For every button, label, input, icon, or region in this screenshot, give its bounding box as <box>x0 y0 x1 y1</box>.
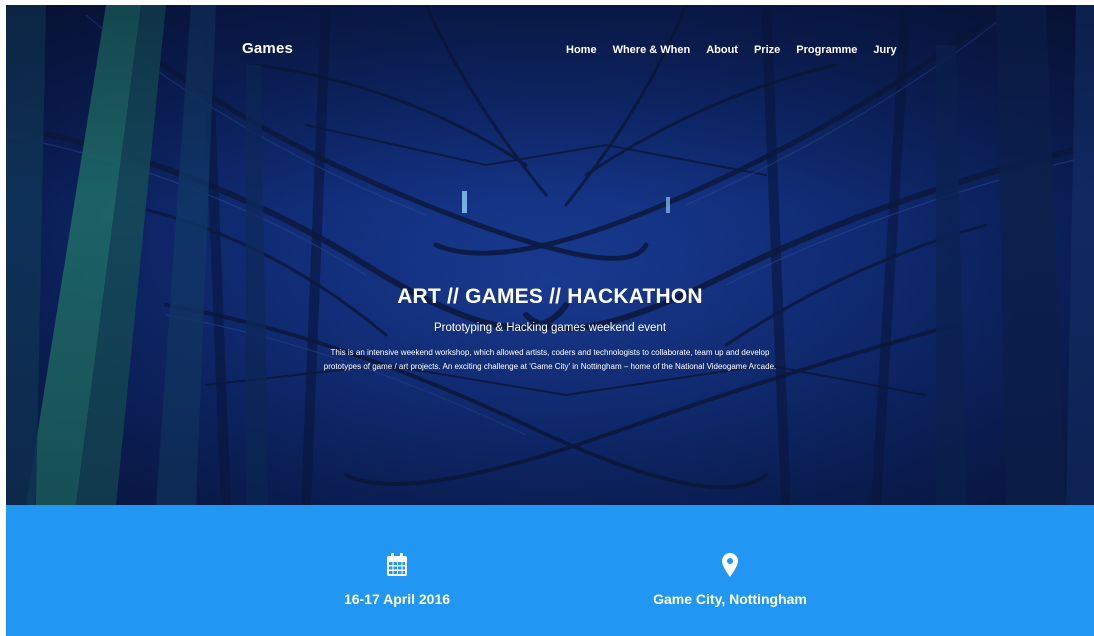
nav-item-programme[interactable]: Programme <box>796 44 857 56</box>
nav-item-home[interactable]: Home <box>566 44 597 56</box>
event-date-label: 16-17 April 2016 <box>343 591 451 607</box>
event-info-section: 16-17 April 2016 Game City, Nottingham <box>6 505 1094 636</box>
hero-text: ART // GAMES // HACKATHON Prototyping & … <box>6 285 1094 374</box>
nav-item-prize[interactable]: Prize <box>754 44 780 56</box>
hero-description: This is an intensive weekend workshop, w… <box>270 346 830 374</box>
event-location-label: Game City, Nottingham <box>653 591 807 607</box>
event-location: Game City, Nottingham <box>610 553 850 607</box>
page: Games Home Where & When About Prize Prog… <box>0 0 1094 636</box>
event-date: 16-17 April 2016 <box>277 553 517 607</box>
hero-description-line-1: This is an intensive weekend workshop, w… <box>330 348 770 357</box>
nav-item-jury[interactable]: Jury <box>873 44 896 56</box>
calendar-icon <box>387 553 407 576</box>
map-marker-icon <box>722 553 738 577</box>
main-nav: Home Where & When About Prize Programme … <box>566 44 913 56</box>
nav-item-where-when[interactable]: Where & When <box>613 44 691 56</box>
hero-section: Games Home Where & When About Prize Prog… <box>6 5 1094 505</box>
hero-subtitle: Prototyping & Hacking games weekend even… <box>433 322 667 334</box>
hero-title: ART // GAMES // HACKATHON <box>397 285 703 308</box>
hero-description-line-2: prototypes of game / art projects. An ex… <box>323 362 777 371</box>
nav-item-about[interactable]: About <box>706 44 738 56</box>
brand-logo[interactable]: Games <box>242 40 293 57</box>
hero-overlay <box>6 5 1094 505</box>
